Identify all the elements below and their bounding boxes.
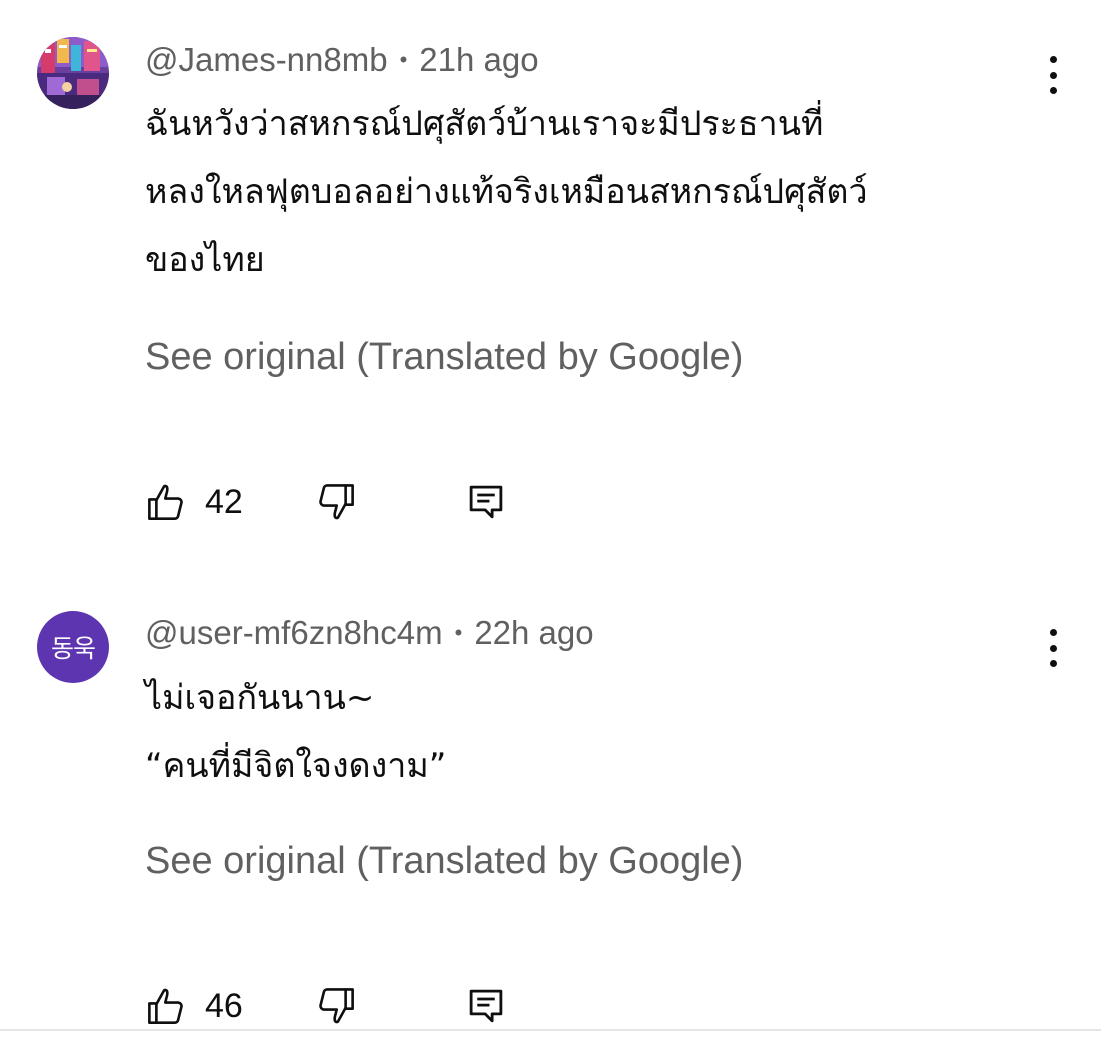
like-count: 46 [205, 987, 243, 1025]
comment-author[interactable]: @user-mf6zn8hc4m [145, 614, 443, 651]
thumb-down-icon [319, 988, 354, 1024]
meta-separator: • [454, 620, 463, 645]
comment-timestamp[interactable]: 22h ago [474, 614, 593, 651]
thumb-up-icon [148, 988, 183, 1024]
dislike-button[interactable] [315, 984, 357, 1028]
divider [0, 1029, 1101, 1031]
comment-meta: @user-mf6zn8hc4m • 22h ago [145, 613, 594, 653]
reply-button[interactable] [465, 984, 507, 1028]
like-button[interactable]: 46 [145, 984, 243, 1028]
comment-item: 동욱 @user-mf6zn8hc4m • 22h ago ไม่เจอกันนาน… [0, 0, 1101, 1029]
avatar[interactable]: 동욱 [37, 611, 109, 683]
kebab-dot [1049, 660, 1057, 667]
comment-text: ไม่เจอกันนาน~ “คนที่มีจิตใจงดงาม” [145, 678, 447, 786]
kebab-dot [1049, 629, 1057, 636]
reply-comment-icon [469, 989, 503, 1023]
kebab-dot [1049, 644, 1057, 652]
see-original-link[interactable]: See original (Translated by Google) [145, 838, 743, 884]
